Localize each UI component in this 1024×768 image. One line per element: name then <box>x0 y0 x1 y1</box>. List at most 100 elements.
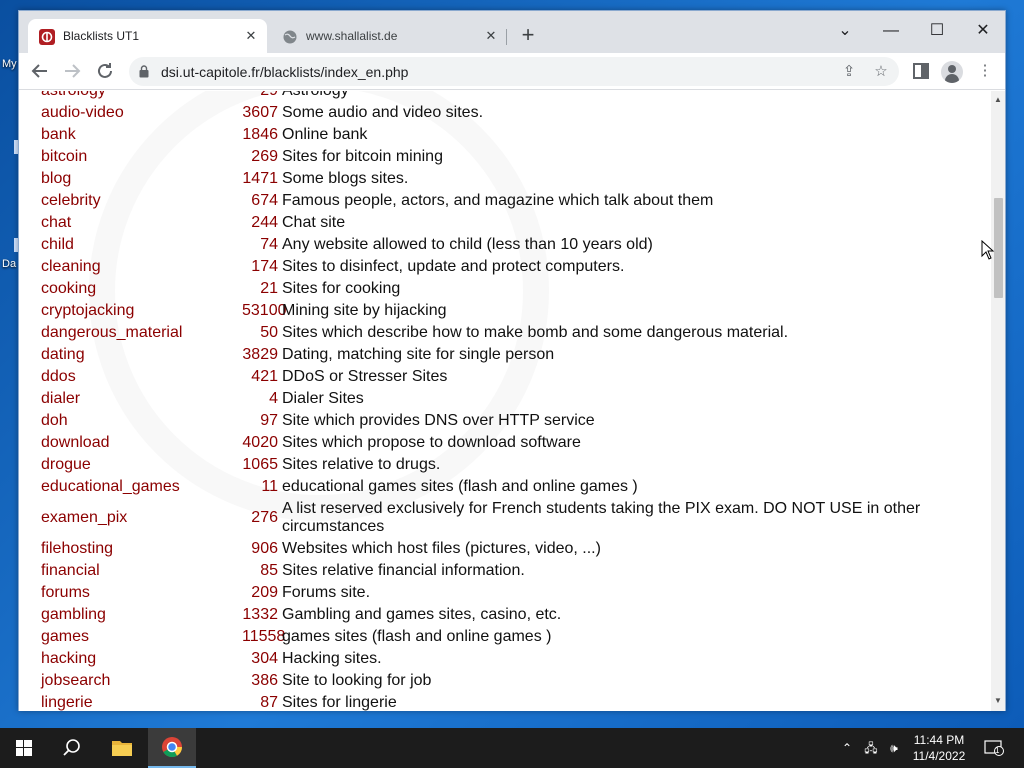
category-description: Sites for bitcoin mining <box>282 148 443 165</box>
tab-shallalist[interactable]: www.shallalist.de ✕ <box>271 19 507 53</box>
system-clock[interactable]: 11:44 PM 11/4/2022 <box>908 732 970 764</box>
tab-search-icon[interactable]: ⌄ <box>825 17 865 45</box>
close-window-button[interactable]: ✕ <box>963 17 1003 45</box>
desktop-icon-label[interactable]: Da <box>2 258 16 270</box>
category-description: A list reserved exclusively for French s… <box>282 500 921 535</box>
category-row: doh 97 Site which provides DNS over HTTP s… <box>19 410 991 432</box>
desktop-icon-label[interactable]: My <box>2 58 17 70</box>
category-link[interactable]: bitcoin <box>19 148 242 166</box>
category-count: 4 <box>269 390 278 407</box>
folder-icon <box>112 741 132 756</box>
new-tab-button[interactable]: + <box>516 24 540 48</box>
category-link[interactable]: filehosting <box>19 540 242 558</box>
category-link[interactable]: chat <box>19 214 242 232</box>
page-content: astrology29Astrologyaudio-video3607Some … <box>19 91 991 711</box>
category-link[interactable]: cryptojacking <box>19 302 242 320</box>
chevron-up-icon[interactable]: ⌃ <box>838 740 856 756</box>
category-link[interactable]: astrology <box>19 91 242 100</box>
category-row: astrology29Astrology <box>19 91 991 102</box>
category-count: 304 <box>251 650 278 667</box>
category-link[interactable]: drogue <box>19 456 242 474</box>
chrome-icon <box>162 737 183 758</box>
scrollbar-thumb[interactable] <box>994 198 1003 298</box>
notification-icon[interactable]: 1 <box>983 740 1005 756</box>
category-link[interactable]: lingerie <box>19 694 242 711</box>
notification-count: 1 <box>995 746 1000 755</box>
category-link[interactable]: dialer <box>19 390 242 408</box>
category-row: cryptojacking 53100 Mining site by hijacki… <box>19 300 991 322</box>
category-link[interactable]: blog <box>19 170 242 188</box>
category-link[interactable]: child <box>19 236 242 254</box>
category-row: games 11558 games sites (flash and online … <box>19 626 991 648</box>
category-row: filehosting 906 Websites which host files … <box>19 538 991 560</box>
category-row: drogue 1065 Sites relative to drugs. <box>19 454 991 476</box>
category-description: Chat site <box>282 214 346 231</box>
category-link[interactable]: doh <box>19 412 242 430</box>
tab-blacklists[interactable]: Blacklists UT1 ✕ <box>28 19 267 53</box>
category-link[interactable]: dating <box>19 346 242 364</box>
category-link[interactable]: ddos <box>19 368 242 386</box>
category-link[interactable]: cleaning <box>19 258 242 276</box>
close-icon[interactable]: ✕ <box>243 28 259 44</box>
kebab-menu-icon[interactable]: ⋮ <box>973 59 997 83</box>
scroll-down-arrow-icon[interactable]: ▼ <box>994 697 1002 705</box>
category-description: Astrology <box>282 91 942 100</box>
category-row: lingerie 87 Sites for lingerie <box>19 692 991 711</box>
maximize-button[interactable]: ☐ <box>917 17 957 45</box>
category-description: Sites for lingerie <box>282 694 397 711</box>
category-row: dialer 4 Dialer Sites <box>19 388 991 410</box>
reload-button[interactable] <box>93 59 117 83</box>
category-link[interactable]: financial <box>19 562 242 580</box>
category-count: 74 <box>260 236 278 253</box>
file-explorer-button[interactable] <box>98 728 146 768</box>
category-link[interactable]: forums <box>19 584 242 602</box>
url-text[interactable]: dsi.ut-capitole.fr/blacklists/index_en.p… <box>161 64 408 80</box>
category-link[interactable]: jobsearch <box>19 672 242 690</box>
category-link[interactable]: examen_pix <box>19 509 242 527</box>
mouse-cursor-icon <box>981 240 995 260</box>
back-button[interactable] <box>28 59 52 83</box>
category-link[interactable]: cooking <box>19 280 242 298</box>
scroll-up-arrow-icon[interactable]: ▲ <box>994 96 1002 104</box>
minimize-button[interactable]: — <box>871 17 911 45</box>
category-count: 1471 <box>242 170 278 187</box>
category-count: 4020 <box>242 434 278 451</box>
share-icon[interactable]: ⇪ <box>838 61 860 83</box>
category-link[interactable]: bank <box>19 126 242 144</box>
side-panel-icon[interactable] <box>909 59 933 83</box>
network-icon[interactable]: 🖧 <box>862 740 880 756</box>
category-link[interactable]: educational_games <box>19 478 242 496</box>
category-link[interactable]: audio-video <box>19 104 242 122</box>
tab-title: Blacklists UT1 <box>63 29 140 43</box>
start-button[interactable] <box>0 728 48 768</box>
clock-time: 11:44 PM <box>913 733 965 747</box>
chrome-taskbar-button[interactable] <box>148 728 196 768</box>
forward-button[interactable] <box>60 59 84 83</box>
profile-icon[interactable] <box>941 61 963 83</box>
category-link[interactable]: gambling <box>19 606 242 624</box>
category-description: Some blogs sites. <box>282 170 409 187</box>
category-description: Any website allowed to child (less than … <box>282 236 653 253</box>
close-icon[interactable]: ✕ <box>483 28 499 44</box>
volume-icon[interactable]: 🕪 <box>885 740 903 756</box>
star-icon[interactable]: ☆ <box>870 61 892 83</box>
category-link[interactable]: games <box>19 628 242 646</box>
category-row: bank 1846 Online bank <box>19 124 991 146</box>
category-description: Site which provides DNS over HTTP servic… <box>282 412 595 429</box>
category-count: 174 <box>251 258 278 275</box>
address-bar[interactable]: dsi.ut-capitole.fr/blacklists/index_en.p… <box>129 57 899 86</box>
category-link[interactable]: hacking <box>19 650 242 668</box>
search-button[interactable] <box>48 728 96 768</box>
category-link[interactable]: dangerous_material <box>19 324 242 342</box>
category-description: Gambling and games sites, casino, etc. <box>282 606 562 623</box>
category-link[interactable]: download <box>19 434 242 452</box>
category-description: Sites relative financial information. <box>282 562 525 579</box>
category-description: Forums site. <box>282 584 371 601</box>
category-row: download 4020 Sites which propose to downl… <box>19 432 991 454</box>
category-count: 11558 <box>242 628 286 645</box>
category-link[interactable]: celebrity <box>19 192 242 210</box>
category-count: 97 <box>260 412 278 429</box>
vertical-scrollbar[interactable]: ▲ ▼ <box>991 91 1005 711</box>
category-list: astrology29Astrologyaudio-video3607Some … <box>19 91 991 711</box>
lock-icon[interactable] <box>139 65 149 78</box>
